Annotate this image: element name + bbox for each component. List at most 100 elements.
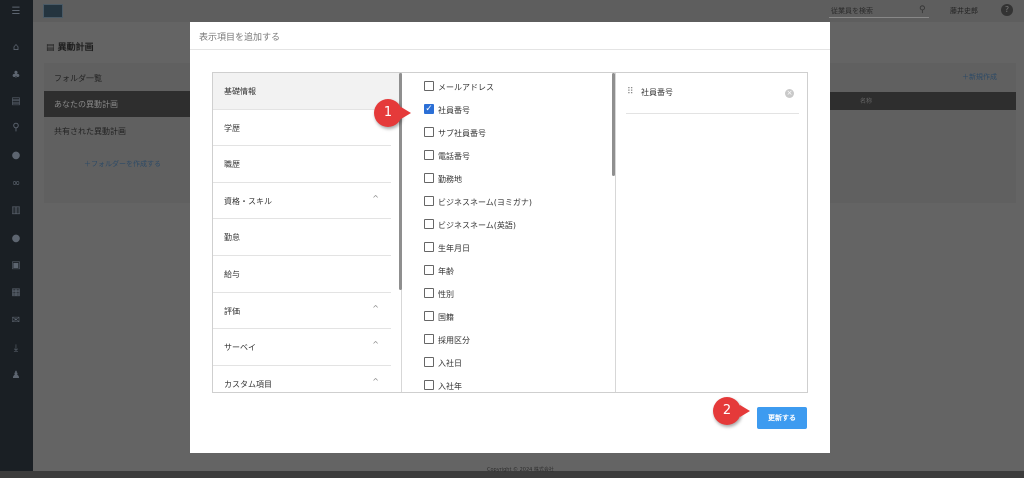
- category-label: カスタム項目: [224, 379, 272, 389]
- field-option[interactable]: メールアドレス: [405, 73, 615, 96]
- field-label: メールアドレス: [438, 83, 494, 92]
- category-item[interactable]: 職歴: [213, 146, 391, 183]
- selected-item-label: 社員番号: [641, 88, 673, 97]
- category-item[interactable]: サーベイ ^: [213, 329, 391, 366]
- plans-panel: [830, 63, 1016, 203]
- user-settings-icon[interactable]: ♟: [10, 370, 22, 382]
- home-icon[interactable]: ⌂: [10, 42, 22, 54]
- field-checkbox[interactable]: [424, 81, 434, 91]
- field-checkbox[interactable]: [424, 288, 434, 298]
- user-name[interactable]: 藤井史郎: [950, 6, 978, 16]
- chevron-up-icon[interactable]: ^: [372, 304, 379, 313]
- field-label: 入社年: [438, 382, 462, 391]
- field-checkbox[interactable]: [424, 265, 434, 275]
- search-icon[interactable]: ⚲: [919, 5, 926, 15]
- category-item[interactable]: 学歴: [213, 110, 391, 147]
- selected-item[interactable]: ⠿ 社員番号 ×: [626, 73, 799, 114]
- chart-icon[interactable]: ▥: [10, 205, 22, 217]
- field-label: 国籍: [438, 313, 454, 322]
- chevron-up-icon[interactable]: ^: [372, 194, 379, 203]
- menu-icon[interactable]: ☰: [10, 6, 22, 18]
- chevron-up-icon[interactable]: ^: [372, 340, 379, 349]
- field-option[interactable]: ✓ 社員番号: [405, 96, 615, 119]
- category-item[interactable]: 基礎情報: [213, 73, 401, 110]
- field-option[interactable]: ビジネスネーム(英語): [405, 211, 615, 234]
- search-nav-icon[interactable]: ⚲: [10, 122, 22, 134]
- field-option[interactable]: 採用区分: [405, 326, 615, 349]
- field-label: 電話番号: [438, 152, 470, 161]
- category-list: 基礎情報学歴職歴資格・スキル ^ 勤怠給与評価 ^ サーベイ ^ カスタム項目 ^: [213, 73, 402, 392]
- employee-search-input[interactable]: 従業員を検索: [829, 5, 929, 18]
- step-marker-1: 1: [374, 99, 402, 127]
- field-label: 採用区分: [438, 336, 470, 345]
- field-checkbox[interactable]: [424, 357, 434, 367]
- document-icon[interactable]: ▤: [10, 96, 22, 108]
- field-option[interactable]: サブ社員番号: [405, 119, 615, 142]
- field-checkbox[interactable]: [424, 127, 434, 137]
- shared-plans-item[interactable]: 共有された異動計画: [44, 118, 190, 144]
- people-icon[interactable]: ●: [10, 150, 22, 162]
- field-checkbox[interactable]: [424, 334, 434, 344]
- field-checkbox[interactable]: [424, 196, 434, 206]
- selected-list: ⠿ 社員番号 ×: [618, 73, 807, 392]
- category-label: 評価: [224, 306, 240, 316]
- company-logo[interactable]: [43, 4, 63, 18]
- field-label: 入社日: [438, 359, 462, 368]
- field-option[interactable]: 生年月日: [405, 234, 615, 257]
- badge-icon[interactable]: ▣: [10, 260, 22, 272]
- org-chart-icon[interactable]: ♣: [10, 70, 22, 82]
- new-plan-link[interactable]: ＋新規作成: [962, 72, 997, 82]
- field-checkbox[interactable]: ✓: [424, 104, 434, 114]
- step-marker-2: 2: [713, 397, 741, 425]
- link-icon[interactable]: ∞: [10, 178, 22, 190]
- field-option[interactable]: 入社年: [405, 372, 615, 392]
- chevron-up-icon[interactable]: ^: [372, 377, 379, 386]
- modal-title: 表示項目を追加する: [190, 22, 830, 50]
- step-arrow-2: [740, 405, 750, 417]
- field-option[interactable]: 入社日: [405, 349, 615, 372]
- create-folder-link[interactable]: ＋フォルダーを作成する: [84, 159, 161, 169]
- field-checkbox[interactable]: [424, 380, 434, 390]
- remove-icon[interactable]: ×: [785, 89, 794, 98]
- field-checkbox[interactable]: [424, 219, 434, 229]
- field-checkbox[interactable]: [424, 150, 434, 160]
- category-label: 資格・スキル: [224, 196, 272, 206]
- update-button[interactable]: 更新する: [757, 407, 807, 429]
- my-plans-item[interactable]: あなたの異動計画: [44, 91, 190, 117]
- drag-handle-icon[interactable]: ⠿: [627, 87, 634, 97]
- category-item[interactable]: 勤怠: [213, 219, 391, 256]
- book-icon[interactable]: ▦: [10, 287, 22, 299]
- category-item[interactable]: 評価 ^: [213, 293, 391, 330]
- field-label: ビジネスネーム(ヨミガナ): [438, 198, 533, 207]
- category-label: 給与: [224, 269, 240, 279]
- field-option[interactable]: 性別: [405, 280, 615, 303]
- category-label: 基礎情報: [224, 87, 256, 96]
- field-option[interactable]: 勤務地: [405, 165, 615, 188]
- category-label: 職歴: [224, 160, 240, 170]
- field-checkbox[interactable]: [424, 173, 434, 183]
- field-option[interactable]: 年齢: [405, 257, 615, 280]
- field-checkbox[interactable]: [424, 311, 434, 321]
- category-item[interactable]: カスタム項目 ^: [213, 366, 391, 392]
- field-label: 生年月日: [438, 244, 470, 253]
- category-label: サーベイ: [224, 343, 256, 353]
- category-item[interactable]: 給与: [213, 256, 391, 293]
- field-option[interactable]: ビジネスネーム(ヨミガナ): [405, 188, 615, 211]
- category-label: 学歴: [224, 123, 240, 133]
- info-icon[interactable]: ●: [10, 233, 22, 245]
- field-label: 勤務地: [438, 175, 462, 184]
- help-icon[interactable]: ?: [1001, 4, 1013, 16]
- field-scrollbar[interactable]: [612, 73, 615, 176]
- page-title: ▤ 異動計画: [46, 43, 94, 53]
- mail-icon[interactable]: ✉: [10, 315, 22, 327]
- category-item[interactable]: 資格・スキル ^: [213, 183, 391, 220]
- field-list: メールアドレス ✓ 社員番号サブ社員番号電話番号勤務地ビジネスネーム(ヨミガナ) ビジ…: [405, 73, 616, 392]
- step-arrow-1: [401, 107, 411, 119]
- field-label: 社員番号: [438, 106, 470, 115]
- app-sidebar: ☰ ⌂ ♣ ▤ ⚲ ● ∞ ▥ ● ▣ ▦ ✉ ⤓ ♟: [0, 0, 33, 478]
- field-option[interactable]: 電話番号: [405, 142, 615, 165]
- download-icon[interactable]: ⤓: [10, 343, 22, 355]
- field-checkbox[interactable]: [424, 242, 434, 252]
- field-label: 性別: [438, 290, 454, 299]
- field-option[interactable]: 国籍: [405, 303, 615, 326]
